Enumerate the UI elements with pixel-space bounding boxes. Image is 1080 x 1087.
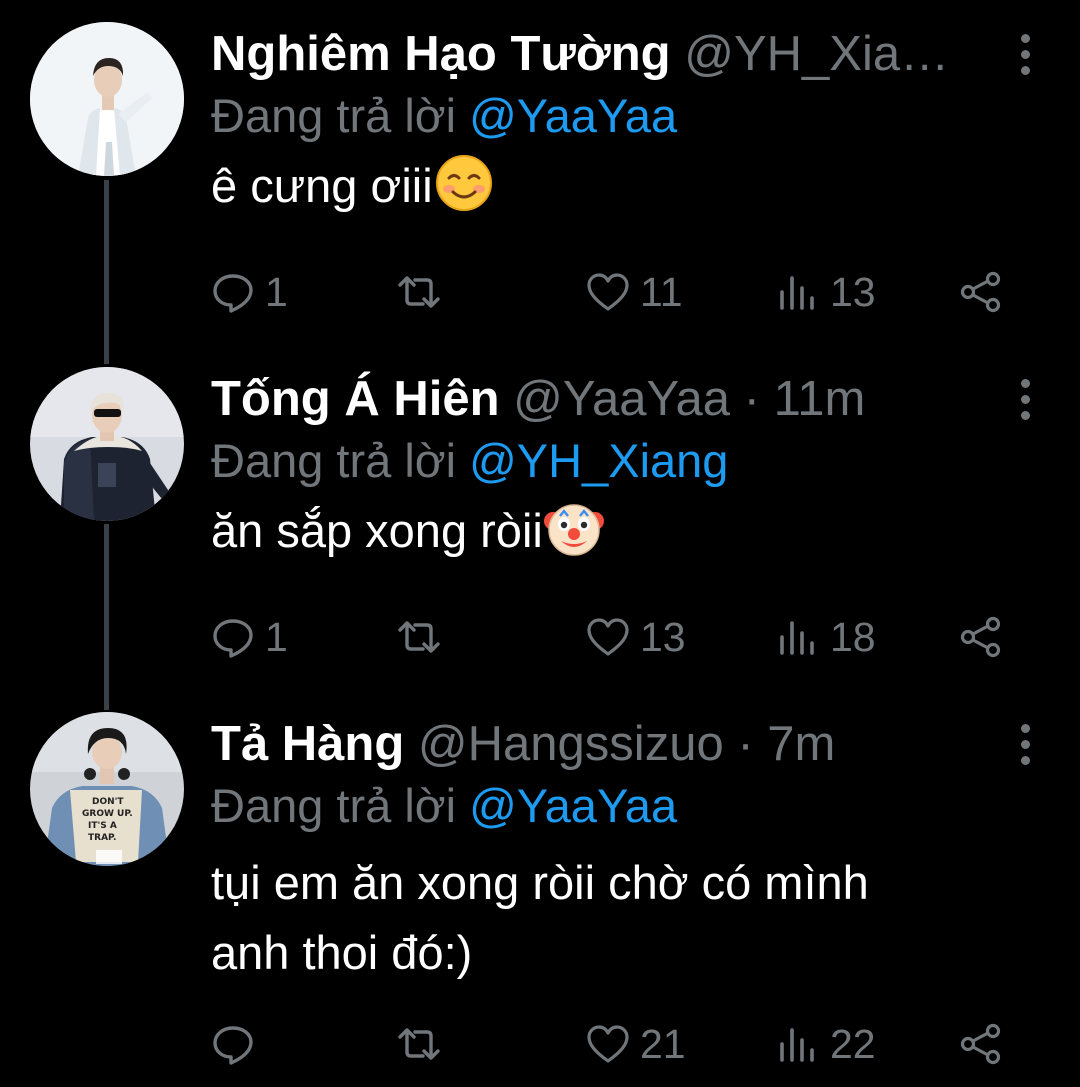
author-handle[interactable]: @YaaYaa	[513, 372, 730, 426]
tweet-text: tụi em ăn xong ròii chờ có mình anh thoi…	[211, 848, 1040, 988]
tweet-header: Tả Hàng @Hangssizuo · 7m	[211, 712, 1040, 776]
replying-to: Đang trả lời @YH_Xiang	[211, 431, 1040, 491]
tweet-actions: 21 22	[211, 1014, 1011, 1074]
views-bar-chart-icon	[780, 276, 814, 310]
replying-to-label: Đang trả lời	[211, 779, 457, 832]
mention-link[interactable]: @YaaYaa	[469, 779, 677, 832]
mention-link[interactable]: @YH_Xiang	[469, 434, 728, 487]
avatar-shirt-line: DON'T	[92, 797, 124, 807]
mention-link[interactable]: @YaaYaa	[469, 89, 677, 142]
smiling-face-icon	[433, 152, 495, 214]
views-button[interactable]: 18	[776, 607, 876, 667]
author-name[interactable]: Nghiêm Hạo Tường	[211, 27, 671, 81]
tweet-header: Nghiêm Hạo Tường @YH_Xia…	[211, 22, 1040, 86]
share-icon	[960, 271, 1001, 313]
tweet-text-line: anh thoi đó:)	[211, 926, 473, 979]
tweet-text: ê cưng ơiii	[211, 152, 1040, 219]
views-bar-chart-icon	[780, 621, 814, 655]
share-button[interactable]	[959, 262, 1003, 322]
reply-count: 1	[265, 268, 288, 315]
avatar[interactable]	[30, 22, 184, 176]
tweet[interactable]: Tống Á Hiên @YaaYaa · 11m Đang trả lời @…	[0, 345, 1080, 690]
tweet-text-line: tụi em ăn xong ròii chờ có mình	[211, 856, 869, 909]
tweet-text-content: ăn sắp xong ròii	[211, 504, 543, 557]
view-count: 13	[830, 268, 876, 315]
avatar-shirt-line: TRAP.	[88, 833, 116, 843]
more-options-button[interactable]	[1010, 367, 1040, 431]
tweet-header: Tống Á Hiên @YaaYaa · 11m	[211, 367, 1040, 431]
like-button[interactable]: 21	[586, 1014, 686, 1074]
reply-icon	[213, 274, 253, 313]
reply-count: 1	[265, 613, 288, 660]
author-handle[interactable]: @YH_Xia…	[684, 27, 949, 81]
separator-dot: ·	[737, 717, 754, 771]
reply-button[interactable]	[211, 1014, 265, 1074]
more-options-button[interactable]	[1010, 712, 1040, 776]
replying-to: Đang trả lời @YaaYaa	[211, 86, 1040, 146]
views-bar-chart-icon	[780, 1028, 814, 1062]
avatar[interactable]	[30, 367, 184, 521]
view-count: 18	[830, 613, 876, 660]
avatar-shirt-line: GROW UP.	[82, 809, 133, 819]
share-icon	[960, 1023, 1001, 1065]
retweet-icon	[398, 621, 440, 653]
retweet-button[interactable]	[397, 607, 451, 667]
tweet-actions: 1 13 18	[211, 607, 1011, 667]
retweet-button[interactable]	[397, 1014, 451, 1074]
reply-icon	[213, 1026, 253, 1065]
share-button[interactable]	[959, 607, 1003, 667]
reply-button[interactable]: 1	[211, 607, 288, 667]
share-button[interactable]	[959, 1014, 1003, 1074]
retweet-button[interactable]	[397, 262, 451, 322]
like-count: 11	[640, 268, 683, 315]
tweet-text-content: ê cưng ơiii	[211, 159, 433, 212]
avatar-shirt-line: IT'S A	[88, 821, 117, 831]
views-button[interactable]: 22	[776, 1014, 876, 1074]
reply-icon	[213, 619, 253, 658]
heart-icon	[587, 618, 629, 656]
views-button[interactable]: 13	[776, 262, 876, 322]
clown-face-icon	[543, 497, 605, 559]
tweet[interactable]: Nghiêm Hạo Tường @YH_Xia… Đang trả lời @…	[0, 0, 1080, 345]
tweet-actions: 1 11 13	[211, 262, 1011, 322]
tweet[interactable]: DON'T GROW UP. IT'S A TRAP. Tả Hàng @Han…	[0, 690, 1080, 1087]
share-icon	[960, 616, 1001, 658]
author-name[interactable]: Tống Á Hiên	[211, 372, 500, 426]
timestamp[interactable]: 7m	[767, 717, 835, 771]
like-button[interactable]: 13	[586, 607, 686, 667]
replying-to: Đang trả lời @YaaYaa	[211, 776, 1040, 836]
timestamp[interactable]: 11m	[774, 372, 866, 426]
like-count: 21	[640, 1020, 686, 1067]
author-name[interactable]: Tả Hàng	[211, 717, 404, 771]
heart-icon	[587, 273, 629, 311]
heart-icon	[587, 1025, 629, 1063]
replying-to-label: Đang trả lời	[211, 434, 457, 487]
retweet-icon	[398, 1028, 440, 1060]
replying-to-label: Đang trả lời	[211, 89, 457, 142]
avatar[interactable]: DON'T GROW UP. IT'S A TRAP.	[30, 712, 184, 866]
retweet-icon	[398, 276, 440, 308]
separator-dot: ·	[743, 372, 760, 426]
view-count: 22	[830, 1020, 876, 1067]
reply-thread: Nghiêm Hạo Tường @YH_Xia… Đang trả lời @…	[0, 0, 1080, 1087]
tweet-text: ăn sắp xong ròii	[211, 497, 1040, 564]
more-options-button[interactable]	[1010, 22, 1040, 86]
like-count: 13	[640, 613, 686, 660]
reply-button[interactable]: 1	[211, 262, 288, 322]
author-handle[interactable]: @Hangssizuo	[418, 717, 724, 771]
like-button[interactable]: 11	[586, 262, 683, 322]
